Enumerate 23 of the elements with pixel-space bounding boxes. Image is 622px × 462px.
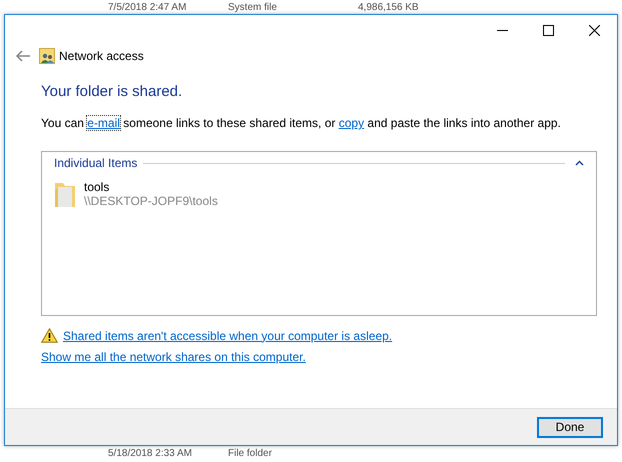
heading: Your folder is shared. xyxy=(41,83,184,100)
background-list-text: File folder xyxy=(228,448,273,458)
background-list-text: 4,986,156 KB xyxy=(358,2,419,12)
background-list-text: System file xyxy=(228,2,278,12)
sleep-warning-link[interactable]: Shared items aren't accessible when your computer is asleep. xyxy=(63,328,392,342)
background-list-text: 7/5/2018 2:47 AM xyxy=(108,2,188,12)
group-title: Individual Items xyxy=(54,156,138,170)
email-link[interactable]: e-mail xyxy=(87,116,120,130)
chevron-icon[interactable] xyxy=(575,160,584,166)
back-arrow-icon xyxy=(16,50,30,62)
warning-icon xyxy=(41,328,58,343)
background-list-text: 5/18/2018 2:33 AM xyxy=(108,448,193,458)
maximize-icon xyxy=(542,24,554,36)
done-button[interactable]: Done xyxy=(537,416,603,438)
close-icon xyxy=(588,24,600,36)
copy-link[interactable]: copy xyxy=(338,116,364,130)
window-title: Network access xyxy=(59,49,144,63)
network-shares-link[interactable]: Show me all the network shares on this computer. xyxy=(41,350,306,364)
item-path: \\DESKTOP-JOPF9\tools xyxy=(84,194,218,208)
shared-folder-people-icon xyxy=(39,48,55,64)
folder-icon xyxy=(54,180,76,208)
item-name: tools xyxy=(84,180,110,194)
share-message: You can e-mail someone links to these shared items, or copy and paste the links into another app. xyxy=(41,116,562,130)
